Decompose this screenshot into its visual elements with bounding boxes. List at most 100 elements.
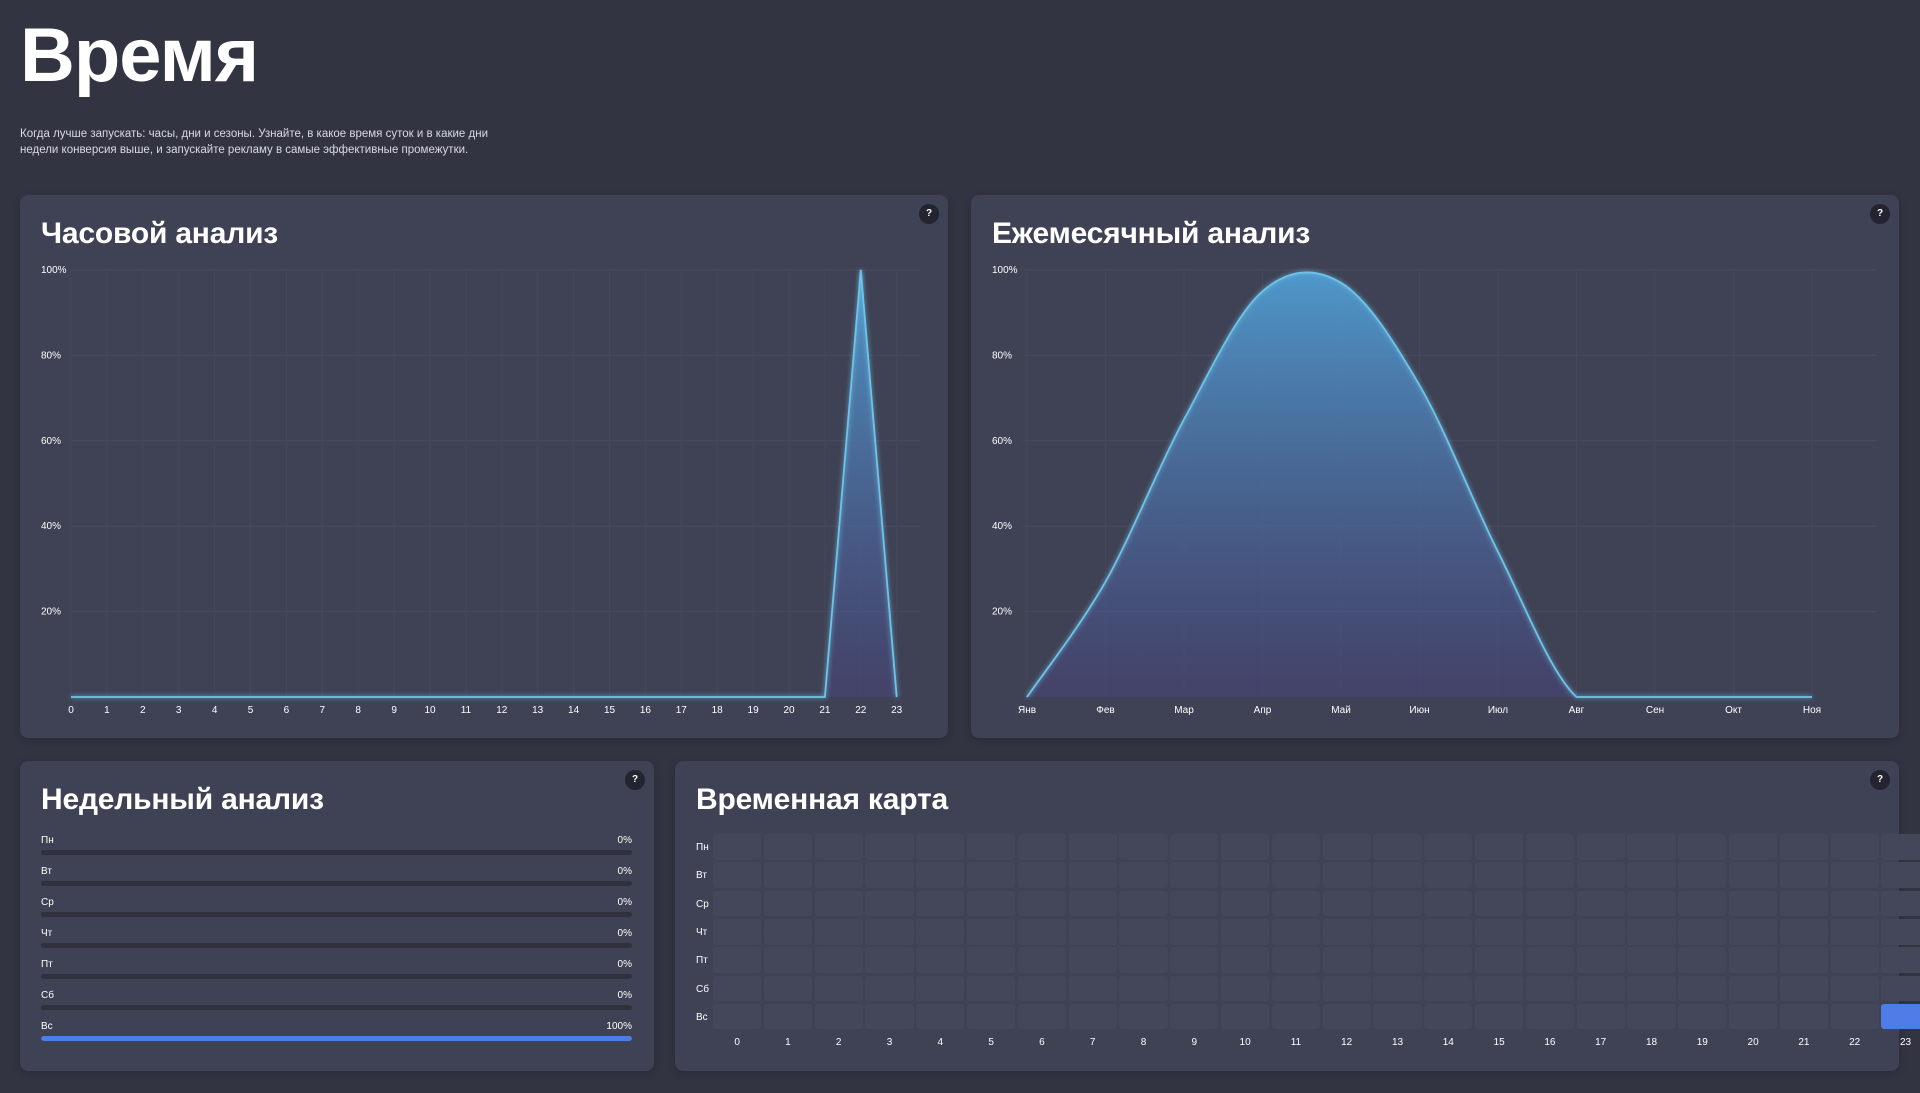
heatmap-cell[interactable] (1779, 947, 1828, 973)
heatmap-cell[interactable] (916, 834, 965, 860)
heatmap-cell[interactable] (1881, 890, 1920, 917)
heatmap-cell[interactable] (1627, 862, 1676, 888)
heatmap-cell[interactable] (763, 890, 812, 917)
heatmap-cell[interactable] (763, 834, 812, 860)
heatmap-cell[interactable] (1068, 834, 1117, 860)
heatmap-cell[interactable] (713, 1003, 762, 1030)
heatmap-cell[interactable] (763, 862, 812, 888)
heatmap-cell[interactable] (1779, 890, 1828, 917)
heatmap-cell[interactable] (865, 975, 914, 1002)
heatmap-cell[interactable] (1576, 975, 1625, 1002)
heatmap-cell[interactable] (1119, 918, 1168, 945)
heatmap-cell[interactable] (1322, 890, 1371, 917)
heatmap-cell[interactable] (1119, 975, 1168, 1002)
heatmap-cell[interactable] (967, 947, 1016, 973)
heatmap-cell[interactable] (1627, 975, 1676, 1002)
heatmap-cell[interactable] (1017, 975, 1066, 1002)
heatmap-cell[interactable] (1729, 947, 1778, 973)
heatmap-cell[interactable] (713, 862, 762, 888)
heatmap-cell[interactable] (1525, 975, 1574, 1002)
heatmap-cell[interactable] (1271, 890, 1320, 917)
heatmap-cell[interactable] (916, 890, 965, 917)
heatmap-cell[interactable] (1525, 947, 1574, 973)
heatmap-cell[interactable] (1424, 947, 1473, 973)
heatmap-cell[interactable] (1576, 862, 1625, 888)
heatmap-cell[interactable] (916, 862, 965, 888)
heatmap-cell[interactable] (1525, 1003, 1574, 1030)
heatmap-cell[interactable] (1729, 975, 1778, 1002)
heatmap-cell[interactable] (1525, 918, 1574, 945)
heatmap-cell[interactable] (1525, 834, 1574, 860)
heatmap-cell[interactable] (814, 918, 863, 945)
heatmap-cell[interactable] (763, 918, 812, 945)
heatmap-cell[interactable] (763, 975, 812, 1002)
heatmap-cell[interactable] (1170, 918, 1219, 945)
heatmap-cell[interactable] (713, 890, 762, 917)
heatmap-cell[interactable] (1271, 947, 1320, 973)
heatmap-cell[interactable] (1729, 834, 1778, 860)
heatmap-cell[interactable] (1017, 862, 1066, 888)
heatmap-cell[interactable] (1119, 890, 1168, 917)
heatmap-cell[interactable] (1068, 890, 1117, 917)
heatmap-cell[interactable] (1373, 1003, 1422, 1030)
heatmap-cell[interactable] (1779, 918, 1828, 945)
heatmap-cell[interactable] (713, 947, 762, 973)
heatmap-cell[interactable] (1424, 975, 1473, 1002)
heatmap-cell[interactable] (1068, 862, 1117, 888)
heatmap-cell[interactable] (1576, 918, 1625, 945)
heatmap-cell[interactable] (1830, 975, 1879, 1002)
heatmap-cell[interactable] (1170, 975, 1219, 1002)
heatmap-cell[interactable] (1830, 862, 1879, 888)
heatmap-cell[interactable] (1068, 975, 1117, 1002)
heatmap-cell[interactable] (865, 862, 914, 888)
heatmap-cell[interactable] (814, 890, 863, 917)
heatmap-cell[interactable] (1221, 1003, 1270, 1030)
heatmap-cell[interactable] (713, 918, 762, 945)
heatmap-cell[interactable] (1881, 834, 1920, 860)
heatmap-cell[interactable] (814, 862, 863, 888)
heatmap-cell[interactable] (1373, 975, 1422, 1002)
heatmap-cell[interactable] (1424, 834, 1473, 860)
heatmap-cell[interactable] (1678, 918, 1727, 945)
heatmap-cell[interactable] (763, 947, 812, 973)
heatmap-cell[interactable] (1017, 947, 1066, 973)
help-icon[interactable]: ? (625, 770, 645, 790)
heatmap-cell[interactable] (1830, 1003, 1879, 1030)
heatmap-cell[interactable] (916, 1003, 965, 1030)
heatmap-cell[interactable] (865, 834, 914, 860)
heatmap-cell[interactable] (1373, 834, 1422, 860)
heatmap-cell[interactable] (1271, 918, 1320, 945)
heatmap-cell[interactable] (865, 947, 914, 973)
heatmap-cell[interactable] (1424, 918, 1473, 945)
heatmap-cell[interactable] (1729, 1003, 1778, 1030)
heatmap-cell[interactable] (1119, 862, 1168, 888)
heatmap-cell[interactable] (1170, 862, 1219, 888)
heatmap-cell[interactable] (1068, 947, 1117, 973)
heatmap-cell[interactable] (1373, 862, 1422, 888)
heatmap-cell[interactable] (967, 975, 1016, 1002)
heatmap-cell[interactable] (1779, 975, 1828, 1002)
heatmap-cell[interactable] (1678, 975, 1727, 1002)
heatmap-cell[interactable] (865, 1003, 914, 1030)
heatmap-cell[interactable] (1830, 834, 1879, 860)
heatmap-cell[interactable] (1271, 975, 1320, 1002)
heatmap-cell[interactable] (967, 890, 1016, 917)
heatmap-cell[interactable] (1119, 1003, 1168, 1030)
heatmap-cell[interactable] (1475, 947, 1524, 973)
heatmap-cell[interactable] (1424, 890, 1473, 917)
heatmap-cell[interactable] (1221, 890, 1270, 917)
heatmap-cell[interactable] (1170, 947, 1219, 973)
heatmap-cell[interactable] (1729, 918, 1778, 945)
heatmap-cell[interactable] (1068, 918, 1117, 945)
heatmap-cell[interactable] (1424, 862, 1473, 888)
heatmap-cell[interactable] (1779, 834, 1828, 860)
heatmap-cell[interactable] (1627, 1003, 1676, 1030)
heatmap-cell[interactable] (814, 1003, 863, 1030)
heatmap-cell[interactable] (865, 890, 914, 917)
heatmap-cell[interactable] (1322, 862, 1371, 888)
heatmap-cell[interactable] (1221, 947, 1270, 973)
heatmap-cell[interactable] (1475, 975, 1524, 1002)
heatmap-cell[interactable] (1678, 947, 1727, 973)
heatmap-cell[interactable] (1627, 890, 1676, 917)
heatmap-cell[interactable] (814, 947, 863, 973)
